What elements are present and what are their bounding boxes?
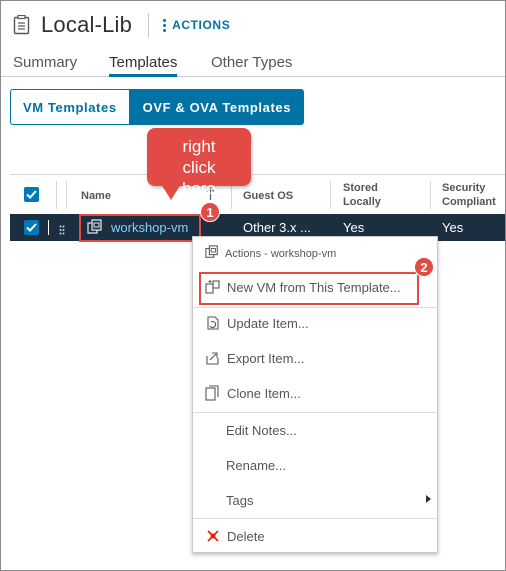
tab-summary[interactable]: Summary — [13, 54, 77, 77]
column-divider — [56, 181, 57, 209]
row-stored-locally: Yes — [343, 220, 365, 235]
kebab-icon — [163, 18, 167, 32]
export-icon — [205, 350, 221, 366]
template-type-toggle: VM Templates OVF & OVA Templates — [10, 89, 305, 125]
submenu-arrow-icon — [426, 495, 431, 503]
drag-handle-icon[interactable] — [59, 222, 65, 240]
menu-item-label: Delete — [227, 528, 265, 544]
menu-item-export[interactable]: Export Item... — [193, 343, 437, 373]
row-checkbox[interactable] — [24, 220, 39, 235]
menu-item-delete[interactable]: Delete — [193, 521, 437, 551]
menu-item-edit-notes[interactable]: Edit Notes... — [193, 415, 437, 445]
tab-templates[interactable]: Templates — [109, 54, 178, 77]
menu-divider — [193, 518, 437, 519]
callout-tail — [161, 184, 181, 200]
context-menu-header: Actions - workshop-vm — [205, 245, 336, 262]
header-divider — [148, 13, 150, 37]
menu-item-label: Edit Notes... — [226, 422, 297, 438]
page-header: Local-Lib ACTIONS — [13, 11, 230, 39]
context-menu-title: Actions - workshop-vm — [225, 247, 337, 260]
row-guest-os: Other 3.x ... — [243, 220, 311, 235]
column-header-security-compliant[interactable]: Security Compliant — [442, 181, 504, 209]
highlight-box-new-vm — [199, 272, 419, 305]
tab-bar: Summary Templates Other Types — [1, 51, 505, 77]
row-divider — [48, 220, 49, 235]
update-icon — [205, 315, 221, 331]
menu-item-label: Export Item... — [227, 350, 305, 366]
vm-template-icon — [205, 245, 219, 262]
menu-divider — [193, 412, 437, 413]
page-title: Local-Lib — [41, 12, 133, 37]
grid-header: Name Guest OS Stored Locally Security Co… — [10, 174, 505, 214]
app-window: Local-Lib ACTIONS Summary Templates Othe… — [0, 0, 506, 571]
column-divider — [330, 181, 331, 209]
step-badge-2: 2 — [414, 257, 434, 277]
library-icon — [13, 14, 31, 35]
menu-item-label: Tags — [226, 492, 254, 508]
step-badge-1: 1 — [200, 202, 220, 222]
menu-item-tags[interactable]: Tags — [193, 485, 437, 515]
ovf-ova-templates-button[interactable]: OVF & OVA Templates — [129, 89, 305, 125]
actions-menu-button[interactable]: ACTIONS — [163, 18, 230, 32]
highlight-box-name — [79, 214, 201, 242]
vm-templates-button[interactable]: VM Templates — [10, 89, 130, 125]
column-divider — [66, 181, 67, 209]
column-header-stored-locally[interactable]: Stored Locally — [343, 181, 403, 209]
callout-bubble: right click here — [147, 128, 251, 198]
delete-icon — [205, 528, 221, 544]
tab-other-types[interactable]: Other Types — [211, 54, 292, 77]
actions-label: ACTIONS — [172, 18, 231, 32]
column-header-guest-os[interactable]: Guest OS — [243, 189, 293, 203]
menu-item-label: Rename... — [226, 457, 286, 473]
select-all-checkbox[interactable] — [24, 187, 39, 202]
menu-item-rename[interactable]: Rename... — [193, 450, 437, 480]
column-header-name[interactable]: Name — [81, 189, 111, 203]
menu-item-clone[interactable]: Clone Item... — [193, 378, 437, 408]
menu-item-update[interactable]: Update Item... — [193, 308, 437, 338]
menu-item-label: Update Item... — [227, 315, 309, 331]
clone-icon — [205, 385, 221, 401]
column-divider — [430, 181, 431, 209]
row-security-compliant: Yes — [442, 220, 464, 235]
menu-item-label: Clone Item... — [227, 385, 301, 401]
